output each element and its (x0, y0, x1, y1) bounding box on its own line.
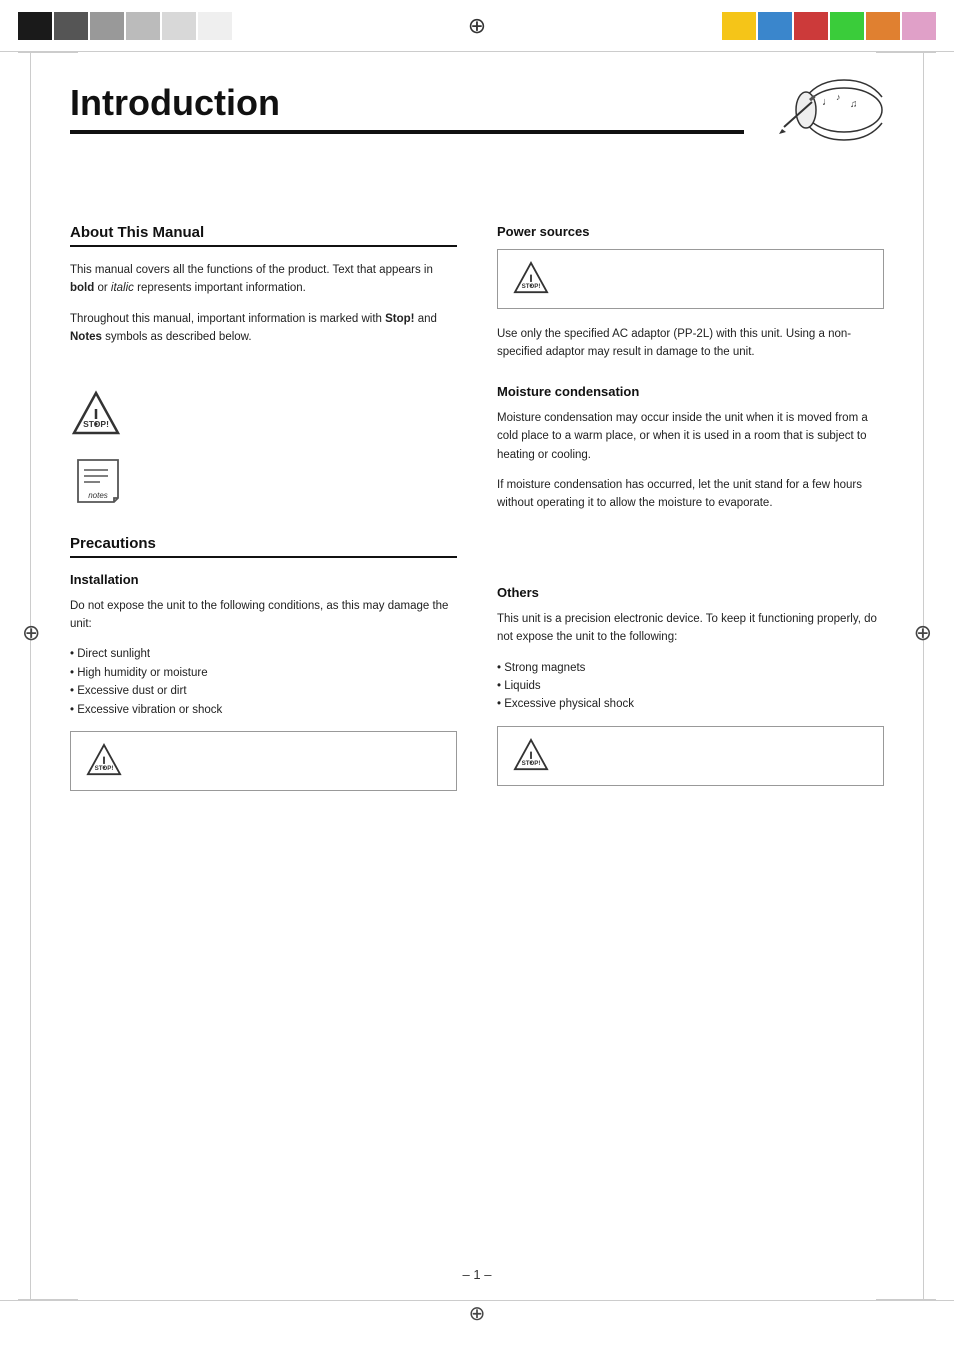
moisture-section: Moisture condensation Moisture condensat… (497, 384, 884, 513)
color-block-2 (54, 12, 88, 40)
header-illustration: ♩ ♪ ♫ (754, 72, 884, 147)
page-header: Introduction ♩ ♪ ♫ (70, 82, 884, 174)
color-block-6 (198, 12, 232, 40)
left-column: About This Manual This manual covers all… (70, 224, 457, 847)
color-block-r2 (758, 12, 792, 40)
svg-text:♫: ♫ (850, 99, 858, 110)
stop-icon-others: STOP! (512, 737, 550, 775)
about-this-manual-heading: About This Manual (70, 224, 457, 247)
right-crosshair: ⊕ (914, 620, 932, 646)
about-body-2: Throughout this manual, important inform… (70, 310, 457, 347)
installation-text1: Do not expose the unit to the following … (70, 597, 457, 634)
moisture-heading: Moisture condensation (497, 384, 884, 399)
page-title: Introduction (70, 82, 744, 134)
others-text2: • Strong magnets• Liquids• Excessive phy… (497, 659, 884, 714)
main-columns: About This Manual This manual covers all… (70, 224, 884, 847)
others-heading: Others (497, 585, 884, 600)
color-block-1 (18, 12, 52, 40)
stop-box-installation: STOP! (70, 731, 457, 791)
power-text: Use only the specified AC adaptor (PP-2L… (497, 325, 884, 362)
color-block-3 (90, 12, 124, 40)
stop-icon-installation: STOP! (85, 742, 123, 780)
top-bar: ⊕ (0, 0, 954, 52)
svg-text:♪: ♪ (836, 92, 841, 102)
stop-icon-left: STOP! (70, 389, 457, 446)
installation-heading: Installation (70, 572, 457, 587)
bottom-bar (0, 1300, 954, 1352)
left-crosshair: ⊕ (22, 620, 40, 646)
color-block-5 (162, 12, 196, 40)
moisture-text2: If moisture condensation has occurred, l… (497, 476, 884, 513)
color-blocks-left (18, 12, 232, 40)
color-block-r6 (902, 12, 936, 40)
notes-icon-left: notes (70, 456, 457, 515)
about-body-1: This manual covers all the functions of … (70, 261, 457, 298)
color-block-r1 (722, 12, 756, 40)
moisture-text1: Moisture condensation may occur inside t… (497, 409, 884, 464)
others-section: Others This unit is a precision electron… (497, 585, 884, 786)
precautions-section: Precautions Installation Do not expose t… (70, 535, 457, 719)
scroll-illustration: ♩ ♪ ♫ (754, 72, 884, 147)
color-blocks-right (722, 12, 936, 40)
power-sources-section: Power sources STOP! Use only the specifi… (497, 224, 884, 362)
precautions-heading: Precautions (70, 535, 457, 558)
power-sources-heading: Power sources (497, 224, 884, 239)
stop-icon-power: STOP! (512, 260, 550, 298)
top-crosshair: ⊕ (468, 13, 486, 39)
installation-text2: • Direct sunlight• High humidity or mois… (70, 645, 457, 719)
color-block-4 (126, 12, 160, 40)
svg-text:♩: ♩ (822, 96, 833, 108)
others-text1: This unit is a precision electronic devi… (497, 610, 884, 647)
svg-text:notes: notes (88, 491, 108, 500)
color-block-r4 (830, 12, 864, 40)
right-column: Power sources STOP! Use only the specifi… (497, 224, 884, 847)
about-this-manual-section: About This Manual This manual covers all… (70, 224, 457, 347)
page-number: – 1 – (463, 1267, 492, 1282)
stop-box-others: STOP! (497, 726, 884, 786)
stop-box-power: STOP! (497, 249, 884, 309)
color-block-r3 (794, 12, 828, 40)
color-block-r5 (866, 12, 900, 40)
